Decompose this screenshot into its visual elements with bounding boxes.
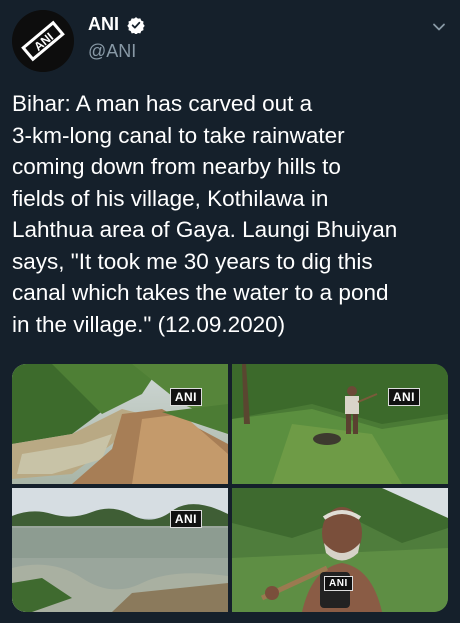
user-handle[interactable]: @ANI [88, 41, 145, 62]
avatar[interactable]: ANI [12, 10, 74, 72]
verified-badge-icon [127, 16, 146, 35]
photo-pond[interactable]: ANI [12, 488, 228, 612]
tweet-text: Bihar: A man has carved out a 3-km-long … [12, 91, 398, 337]
ani-watermark: ANI [387, 388, 420, 406]
ani-watermark: ANI [169, 510, 202, 528]
ani-microphone-logo: ANI [324, 576, 353, 591]
display-name[interactable]: ANI [88, 14, 119, 35]
ani-logo-icon: ANI [12, 10, 74, 72]
tweet-header: ANI ANI @ANI [12, 8, 448, 76]
media-grid[interactable]: ANI ANI ANI ANI [12, 364, 448, 612]
photo-man-digging[interactable]: ANI [232, 364, 448, 484]
ani-watermark: ANI [169, 388, 202, 406]
author-names: ANI @ANI [88, 14, 146, 62]
chevron-down-icon[interactable] [430, 18, 448, 36]
photo-canal-embankment[interactable]: ANI [12, 364, 228, 484]
photo-man-portrait[interactable]: ANI [232, 488, 448, 612]
